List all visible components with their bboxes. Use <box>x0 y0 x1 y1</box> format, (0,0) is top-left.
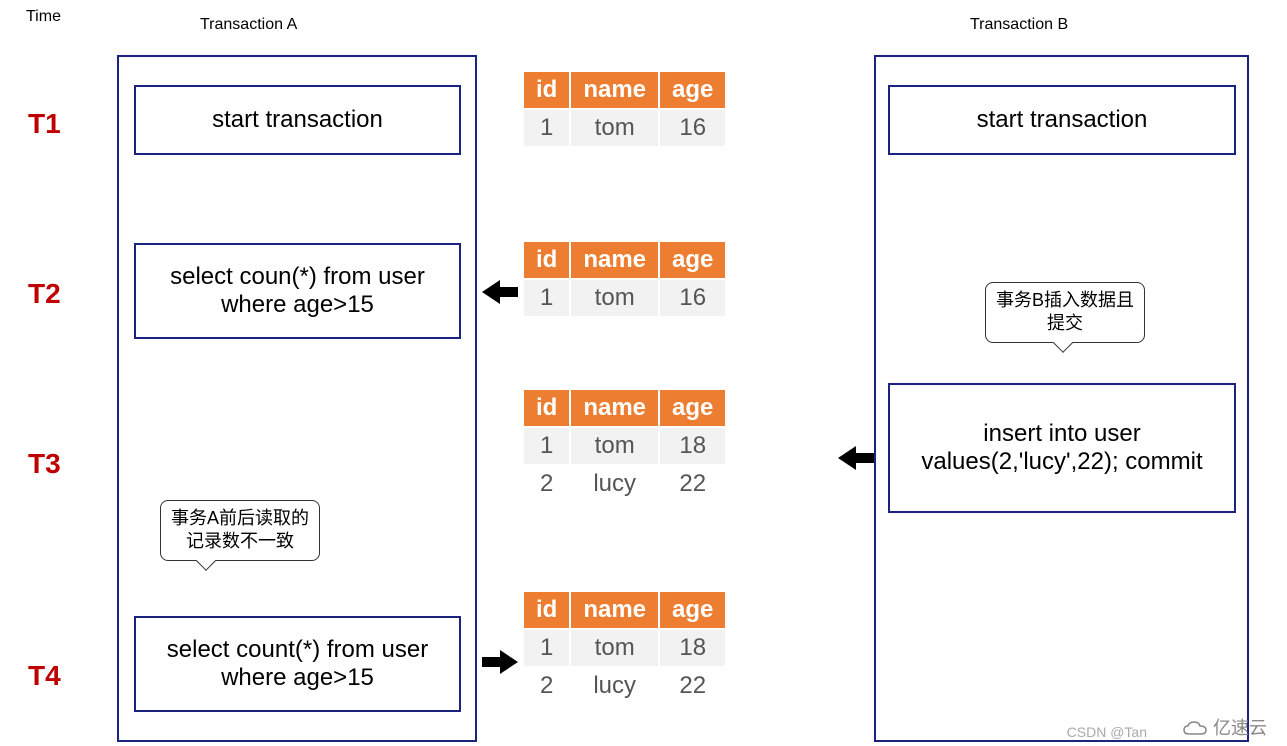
td: 18 <box>659 427 726 465</box>
th-age: age <box>659 389 726 427</box>
th-id: id <box>523 591 570 629</box>
table-t2: idnameage 1tom16 <box>522 240 727 318</box>
th-name: name <box>570 71 659 109</box>
speech-txb: 事务B插入数据且提交 <box>985 282 1145 343</box>
th-id: id <box>523 241 570 279</box>
transaction-a-header: Transaction A <box>200 16 297 34</box>
th-age: age <box>659 241 726 279</box>
time-label-t2: T2 <box>28 278 61 310</box>
time-header: Time <box>26 8 61 26</box>
td: 1 <box>523 109 570 147</box>
txa-t2-box: select coun(*) from user where age>15 <box>134 243 461 339</box>
td: 2 <box>523 667 570 705</box>
time-label-t4: T4 <box>28 660 61 692</box>
speech-txa-text: 事务A前后读取的记录数不一致 <box>171 508 309 551</box>
td: 1 <box>523 629 570 667</box>
td: 16 <box>659 109 726 147</box>
td: 1 <box>523 279 570 317</box>
td: lucy <box>570 667 659 705</box>
td: tom <box>570 279 659 317</box>
cloud-icon <box>1182 720 1208 738</box>
td: 18 <box>659 629 726 667</box>
th-name: name <box>570 241 659 279</box>
watermark-yisu: 亿速云 <box>1182 714 1267 740</box>
transaction-b-header: Transaction B <box>970 16 1068 34</box>
arrow-right-icon <box>482 650 518 674</box>
td: 16 <box>659 279 726 317</box>
time-label-t1: T1 <box>28 108 61 140</box>
speech-txa: 事务A前后读取的记录数不一致 <box>160 500 320 561</box>
td: 22 <box>659 667 726 705</box>
td: 2 <box>523 465 570 503</box>
td: tom <box>570 629 659 667</box>
time-label-t3: T3 <box>28 448 61 480</box>
td: lucy <box>570 465 659 503</box>
td: tom <box>570 109 659 147</box>
th-name: name <box>570 389 659 427</box>
txa-t4-box: select count(*) from user where age>15 <box>134 616 461 712</box>
speech-txb-text: 事务B插入数据且提交 <box>996 290 1134 333</box>
td: tom <box>570 427 659 465</box>
th-age: age <box>659 591 726 629</box>
table-t4: idnameage 1tom18 2lucy22 <box>522 590 727 706</box>
td: 22 <box>659 465 726 503</box>
th-id: id <box>523 71 570 109</box>
txb-t3-box: insert into user values(2,'lucy',22); co… <box>888 383 1236 513</box>
watermark-yisu-text: 亿速云 <box>1213 718 1267 738</box>
arrow-left-icon <box>838 446 874 470</box>
th-age: age <box>659 71 726 109</box>
txb-t1-box: start transaction <box>888 85 1236 155</box>
th-name: name <box>570 591 659 629</box>
txa-t1-box: start transaction <box>134 85 461 155</box>
td: 1 <box>523 427 570 465</box>
arrow-left-icon <box>482 280 518 304</box>
th-id: id <box>523 389 570 427</box>
table-t1: idnameage 1tom16 <box>522 70 727 148</box>
watermark-csdn: CSDN @Tan <box>1067 724 1147 740</box>
table-t3: idnameage 1tom18 2lucy22 <box>522 388 727 504</box>
